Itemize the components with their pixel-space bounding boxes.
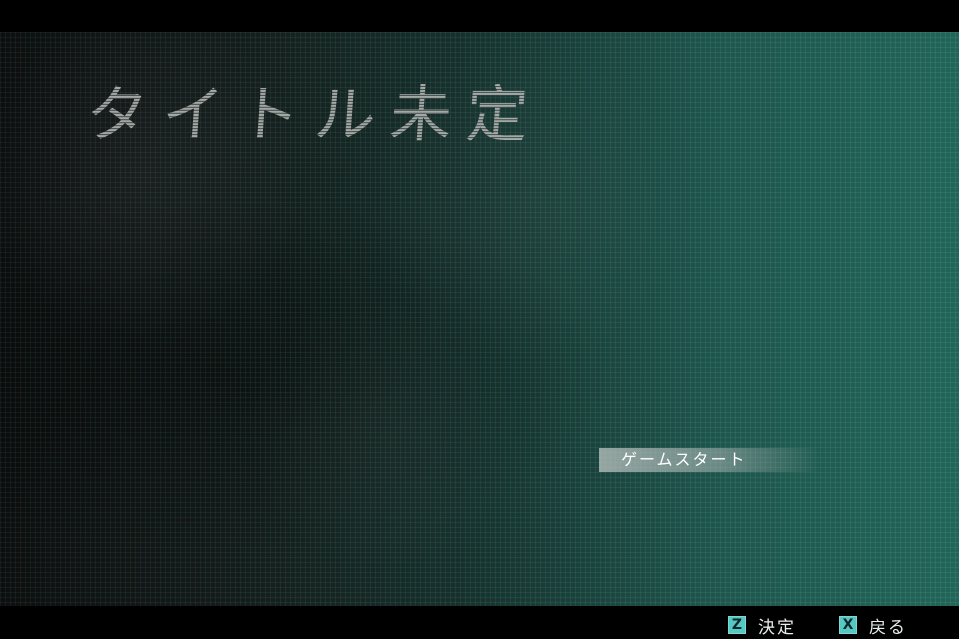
main-menu: ゲームスタート bbox=[599, 448, 819, 472]
confirm-hint: Z 決定 bbox=[728, 613, 796, 638]
game-title: タイトル未定 bbox=[83, 78, 545, 151]
menu-item-game-start[interactable]: ゲームスタート bbox=[599, 448, 819, 472]
title-screen: タイトル未定 bbox=[0, 32, 959, 606]
letterbox-top bbox=[0, 0, 959, 32]
z-key-icon: Z bbox=[728, 616, 746, 634]
confirm-label: 決定 bbox=[758, 617, 796, 638]
back-label: 戻る bbox=[869, 617, 907, 638]
control-hints: Z 決定 X 戻る bbox=[0, 613, 959, 638]
back-hint: X 戻る bbox=[839, 613, 907, 638]
x-key-icon: X bbox=[839, 616, 857, 634]
